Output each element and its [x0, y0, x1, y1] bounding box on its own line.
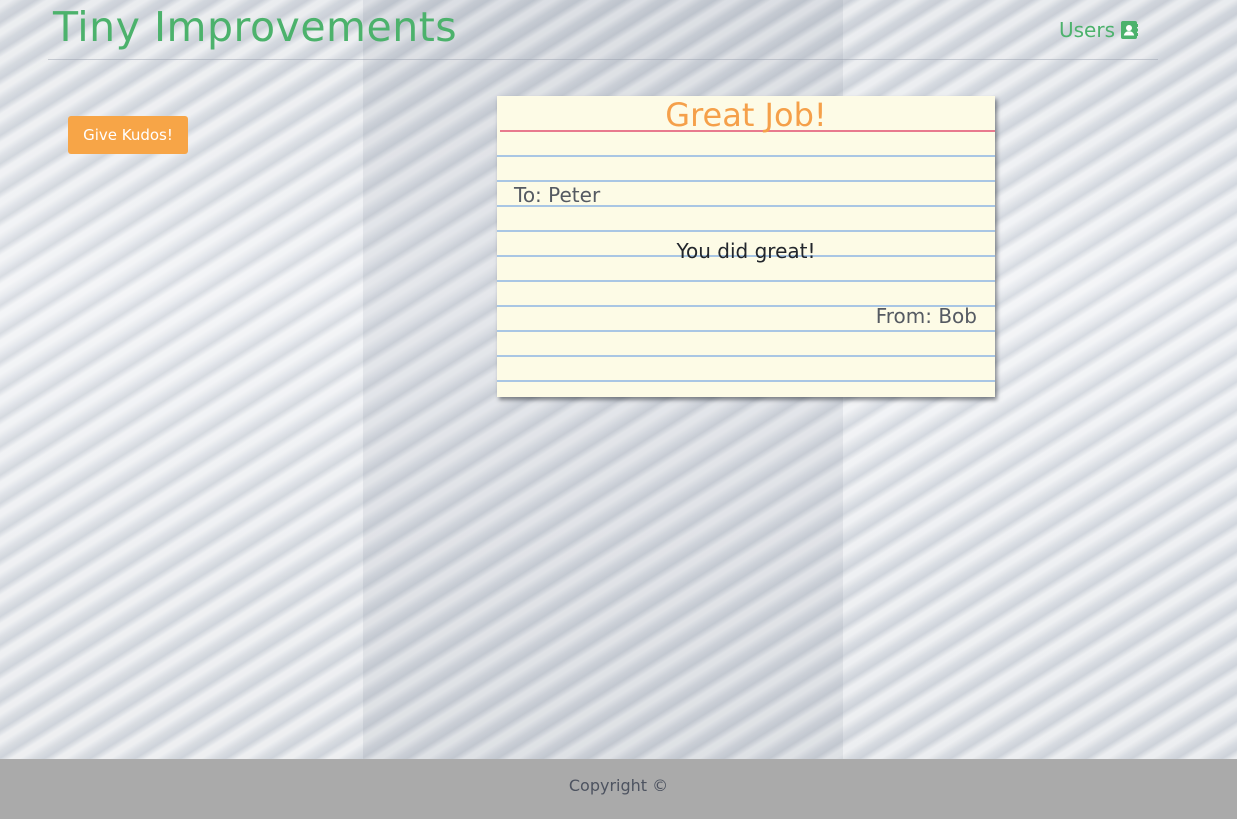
kudos-title: Great Job! [665, 96, 827, 134]
kudos-message: You did great! [676, 239, 816, 263]
give-kudos-button[interactable]: Give Kudos! [68, 116, 188, 154]
footer: Copyright © [0, 759, 1237, 819]
background-column-left [0, 0, 363, 759]
kudos-recipient: To: Peter [514, 183, 601, 207]
kudos-card: Great Job! To: Peter You did great! From… [497, 96, 995, 397]
kudos-sender: From: Bob [875, 304, 977, 328]
navbar: Tiny Improvements Users [48, 0, 1158, 60]
users-link-label: Users [1058, 18, 1115, 42]
address-card-icon [1120, 20, 1138, 40]
brand-title[interactable]: Tiny Improvements [53, 2, 457, 52]
copyright-text: Copyright © [568, 776, 669, 795]
users-nav-link[interactable]: Users [1059, 17, 1138, 43]
